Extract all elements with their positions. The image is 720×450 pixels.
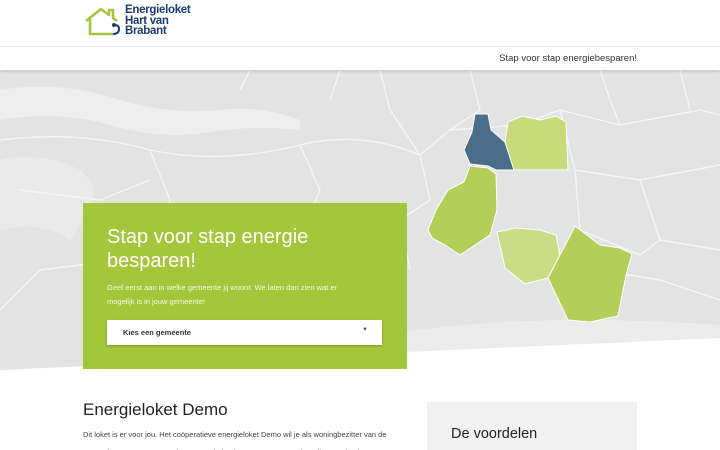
header: Energieloket Hart van Brabant [0,0,720,46]
advantages-title: De voordelen [451,426,538,442]
gemeente-select-value: Kies een gemeente [123,328,191,337]
house-plug-icon [85,7,121,36]
hero-card: Stap voor stap energie besparen! Geef ee… [83,203,407,369]
hero-title: Stap voor stap energie besparen! [107,226,309,272]
advantages-box: De voordelen [427,402,637,450]
gemeente-select[interactable]: Kies een gemeente ▼ [107,320,382,345]
hero-text: Geef eerst aan in welke gemeente jij woo… [107,283,337,306]
navbar: Stap voor stap energiebesparen! [0,46,720,70]
nav-link-energiebesparen[interactable]: Stap voor stap energiebesparen! [499,53,637,64]
logo-line-1: Energieloket [125,4,191,16]
logo-text: Energieloket Hart van Brabant [125,4,191,37]
region-north-east [504,115,569,171]
logo-line-3: Brabant [125,25,167,37]
content-title: Energieloket Demo [83,400,228,419]
caret-down-icon: ▼ [362,327,368,333]
logo[interactable]: Energieloket Hart van Brabant [83,4,191,37]
content-text: Dit loket is er voor jou. Het coöperatie… [83,430,387,450]
